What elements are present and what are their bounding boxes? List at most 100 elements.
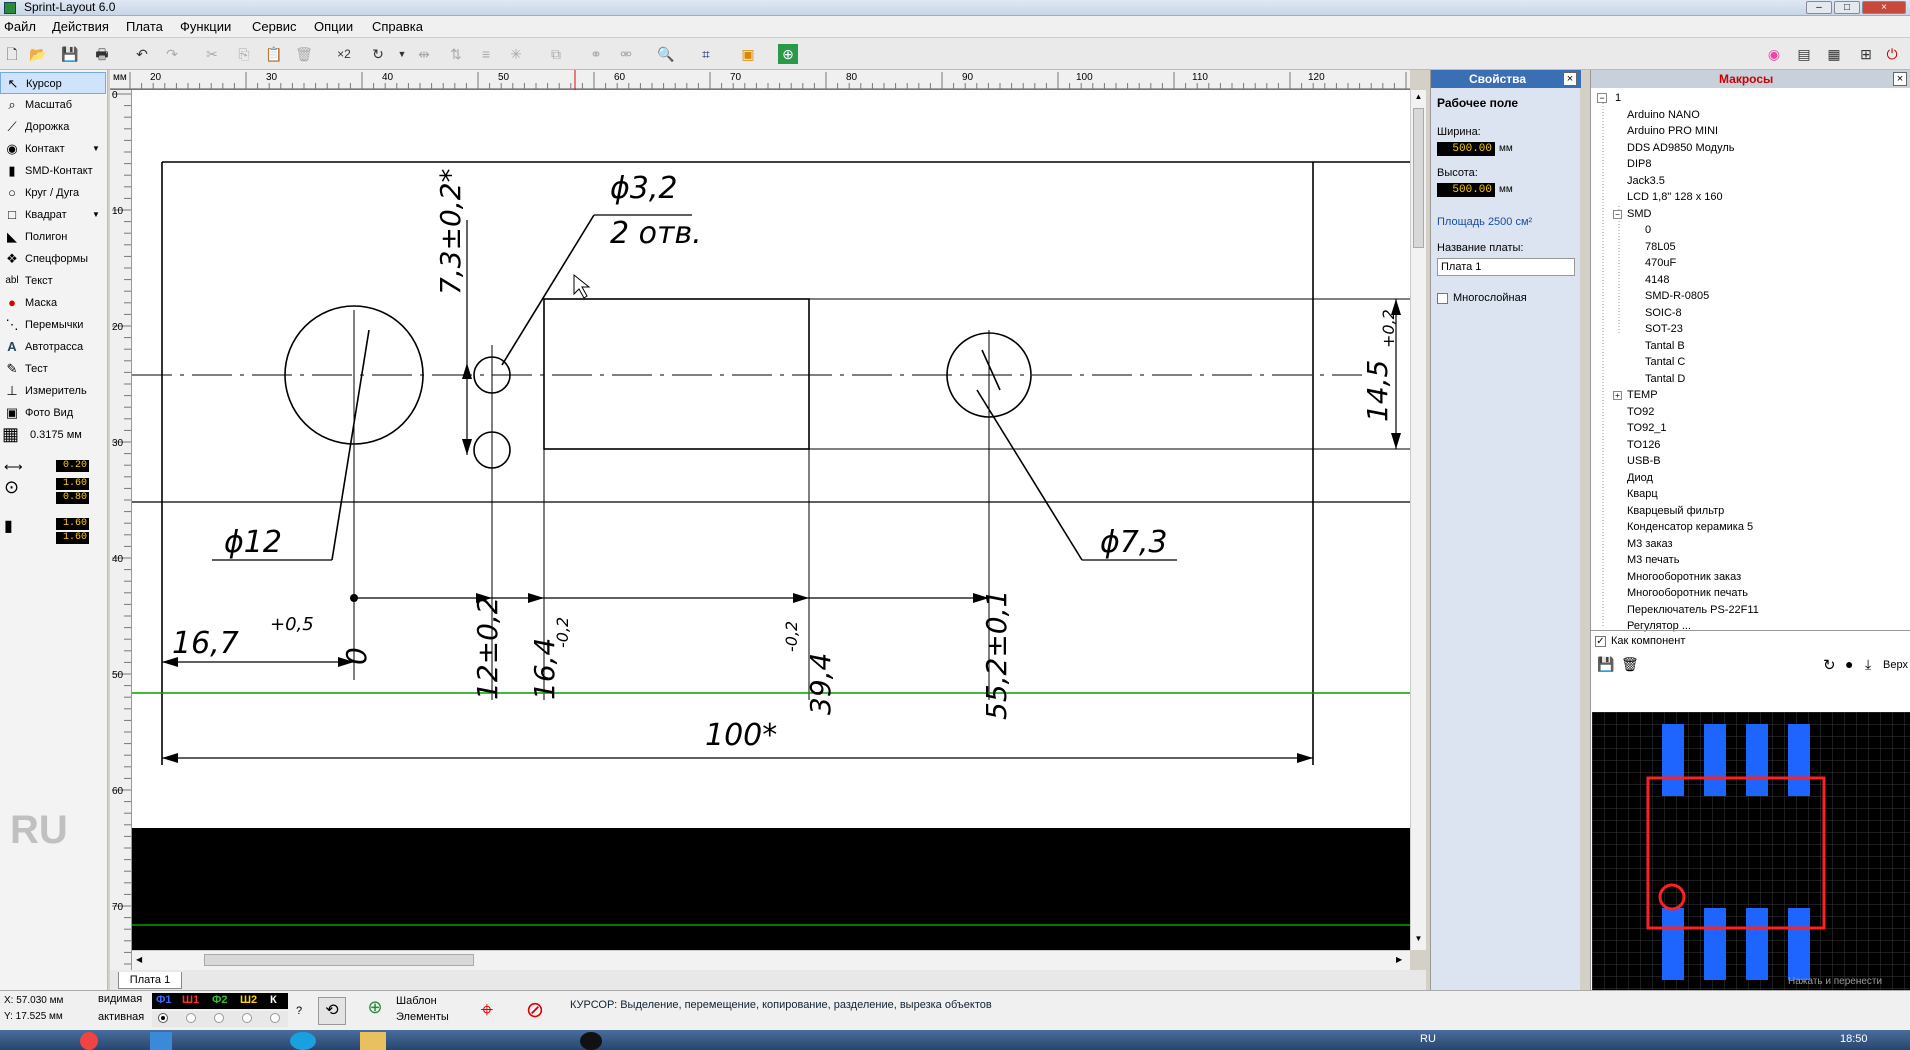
print-icon[interactable]: 🖶 bbox=[92, 44, 112, 64]
layer-f2[interactable]: Ф2 bbox=[212, 994, 228, 1006]
save-macro-icon[interactable]: 💾 bbox=[1597, 656, 1614, 673]
rotate-dropdown-icon[interactable]: ▼ bbox=[392, 44, 412, 64]
minimize-button[interactable]: – bbox=[1806, 1, 1832, 14]
macro-tree-item[interactable]: Tantal D bbox=[1645, 373, 1685, 385]
scroll-down-icon[interactable]: ▼ bbox=[1413, 934, 1424, 943]
crop-icon[interactable]: ⌗ bbox=[696, 44, 716, 64]
radio-k[interactable] bbox=[270, 1013, 280, 1023]
tool-mask[interactable]: ● Маска bbox=[0, 292, 106, 314]
tool-track[interactable]: ⟋ Дорожка bbox=[0, 116, 106, 138]
macro-tree-item[interactable]: М3 печать bbox=[1627, 554, 1679, 566]
horizontal-scroll-thumb[interactable] bbox=[204, 954, 474, 966]
macro-tree-item[interactable]: 1 bbox=[1615, 92, 1621, 104]
expand-icon[interactable]: + bbox=[1613, 391, 1622, 400]
scroll-right-icon[interactable]: ▶ bbox=[1396, 955, 1402, 964]
macros-toggle-icon[interactable]: ▦ bbox=[1824, 44, 1844, 64]
macro-tree-item[interactable]: TO92 bbox=[1627, 406, 1654, 418]
macro-tree-item[interactable]: LCD 1,8" 128 x 160 bbox=[1627, 191, 1723, 203]
mirror-h-icon[interactable]: ⇹ bbox=[414, 44, 434, 64]
tool-special-shapes[interactable]: ❖ Спецформы bbox=[0, 248, 106, 270]
radio-s2[interactable] bbox=[242, 1013, 252, 1023]
macro-tree-item[interactable]: SOT-23 bbox=[1645, 323, 1683, 335]
layer-s1[interactable]: Ш1 bbox=[182, 994, 199, 1006]
grid-value[interactable]: 0.3175 мм bbox=[30, 429, 82, 441]
scroll-up-icon[interactable]: ▲ bbox=[1413, 92, 1424, 101]
crosshair-icon[interactable]: ⌖ bbox=[472, 995, 502, 1025]
macro-tree-item[interactable]: Arduino NANO bbox=[1627, 109, 1700, 121]
image-icon[interactable]: ▣ bbox=[738, 44, 758, 64]
rotate-icon[interactable]: ↻ bbox=[368, 44, 388, 64]
tab-board-1[interactable]: Плата 1 bbox=[118, 972, 182, 989]
vertical-scroll-thumb[interactable] bbox=[1413, 108, 1424, 248]
component-icon[interactable]: ⊕ bbox=[778, 44, 798, 64]
layer-k[interactable]: К bbox=[270, 994, 277, 1006]
collapse-icon[interactable]: − bbox=[1613, 209, 1622, 219]
horizontal-scrollbar[interactable]: ◀ ▶ bbox=[132, 950, 1410, 970]
radio-f1[interactable] bbox=[158, 1013, 168, 1023]
menu-service[interactable]: Сервис bbox=[252, 19, 297, 34]
menu-help[interactable]: Справка bbox=[372, 19, 423, 34]
vertical-scrollbar[interactable]: ▲ ▼ bbox=[1410, 90, 1426, 950]
board-name-input[interactable]: Плата 1 bbox=[1437, 258, 1575, 276]
undo-icon[interactable]: ↶ bbox=[132, 44, 152, 64]
macro-tree-item[interactable]: Tantal C bbox=[1645, 356, 1685, 368]
open-folder-icon[interactable]: 📂 bbox=[28, 44, 48, 64]
search-icon[interactable]: 🔍 bbox=[656, 44, 676, 64]
menu-functions[interactable]: Функции bbox=[180, 19, 231, 34]
height-input[interactable]: 500.00 bbox=[1437, 183, 1495, 197]
duplicate-icon[interactable]: ×2 bbox=[334, 44, 354, 64]
macro-tree-item[interactable]: 78L05 bbox=[1645, 241, 1676, 253]
app-icon[interactable] bbox=[580, 1032, 602, 1050]
ie-icon[interactable] bbox=[150, 1032, 172, 1050]
tool-cursor[interactable]: ↖ Курсор bbox=[0, 72, 106, 94]
tool-photo-view[interactable]: ▣ Фото Вид bbox=[0, 402, 106, 424]
chrome-icon[interactable] bbox=[80, 1032, 98, 1050]
macro-tree-item[interactable]: Многооборотник печать bbox=[1627, 587, 1748, 599]
tool-ruler[interactable]: ⊥ Измеритель bbox=[0, 380, 106, 402]
explorer-icon[interactable] bbox=[360, 1032, 386, 1050]
radio-f2[interactable] bbox=[214, 1013, 224, 1023]
rotate-macro-icon[interactable]: ↻ bbox=[1823, 656, 1836, 674]
macro-tree-item[interactable]: 470uF bbox=[1645, 257, 1676, 269]
close-button[interactable]: × bbox=[1862, 1, 1906, 14]
scroll-left-icon[interactable]: ◀ bbox=[136, 955, 142, 964]
macro-tree-item[interactable]: М3 заказ bbox=[1627, 538, 1673, 550]
macro-tree-item[interactable]: 4148 bbox=[1645, 274, 1669, 286]
exit-icon[interactable]: ⏻ bbox=[1882, 44, 1902, 64]
tool-circle[interactable]: ○ Круг / Дуга bbox=[0, 182, 106, 204]
snap-icon[interactable]: ✳ bbox=[506, 44, 526, 64]
unlink-icon[interactable]: ⚮ bbox=[616, 44, 636, 64]
track-width-input[interactable]: 0.20 bbox=[56, 460, 89, 472]
macro-tree-item[interactable]: SOIC-8 bbox=[1645, 307, 1682, 319]
group-icon[interactable]: ⧉ bbox=[546, 44, 566, 64]
skype-icon[interactable] bbox=[290, 1032, 316, 1050]
no-ratsnest-icon[interactable]: ⊘ bbox=[520, 995, 550, 1025]
menu-file[interactable]: Файл bbox=[4, 19, 36, 34]
maximize-button[interactable]: □ bbox=[1834, 1, 1860, 14]
macro-tree-item[interactable]: Arduino PRO MINI bbox=[1627, 125, 1718, 137]
menu-options[interactable]: Опции bbox=[314, 19, 353, 34]
as-component-checkbox[interactable]: ✓ bbox=[1595, 636, 1606, 647]
macro-tree-item[interactable]: Диод bbox=[1627, 472, 1653, 484]
redo-icon[interactable]: ↷ bbox=[162, 44, 182, 64]
grid-icon[interactable]: ▦ bbox=[2, 424, 24, 446]
board-canvas[interactable]: ϕ3,2 2 отв. ϕ12 ϕ7,3 16,7 100* +0,5 7,3±… bbox=[132, 90, 1410, 950]
macro-tree-item[interactable]: DDS AD9850 Модуль bbox=[1627, 142, 1734, 154]
lang-indicator[interactable]: RU bbox=[1420, 1033, 1436, 1045]
copy-icon[interactable]: ⎘ bbox=[234, 44, 254, 64]
smd-height-input[interactable]: 1.60 bbox=[56, 532, 89, 544]
tool-square[interactable]: □ Квадрат ▼ bbox=[0, 204, 106, 226]
template-icon[interactable]: ⊕ bbox=[362, 997, 388, 1023]
layer-icon[interactable]: ● bbox=[1845, 656, 1853, 672]
connection-icon[interactable]: ⟲ bbox=[318, 997, 346, 1025]
smd-width-input[interactable]: 1.60 bbox=[56, 518, 89, 530]
macro-tree-item[interactable]: Многооборотник заказ bbox=[1627, 571, 1741, 583]
macro-tree-item[interactable]: Jack3.5 bbox=[1627, 175, 1665, 187]
paste-icon[interactable]: 📋 bbox=[264, 44, 284, 64]
tool-text[interactable]: abl Текст bbox=[0, 270, 106, 292]
tool-zoom[interactable]: ⌕ Масштаб bbox=[0, 94, 106, 116]
macro-tree-item[interactable]: 0 bbox=[1645, 224, 1651, 236]
collapse-icon[interactable]: − bbox=[1597, 93, 1607, 103]
pad-inner-input[interactable]: 0.80 bbox=[56, 492, 89, 504]
macro-tree-item[interactable]: Tantal B bbox=[1645, 340, 1685, 352]
